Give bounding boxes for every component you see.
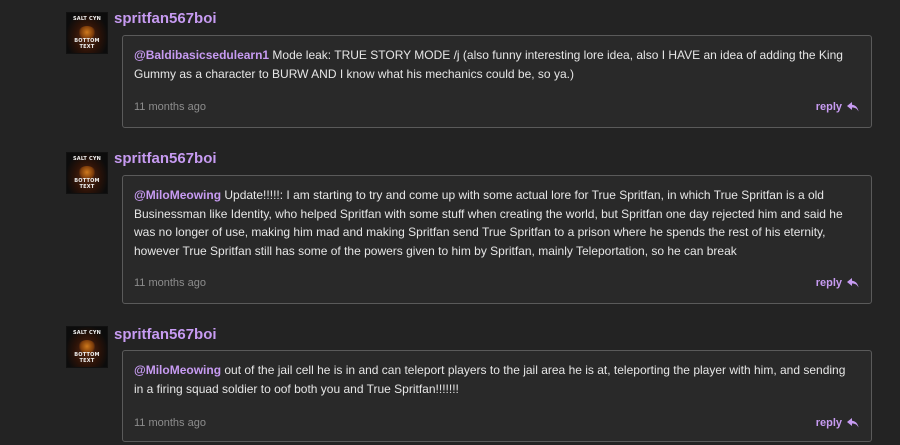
username[interactable]: spritfan567boi — [114, 10, 217, 27]
timestamp: 11 months ago — [134, 417, 206, 429]
username[interactable]: spritfan567boi — [114, 326, 217, 343]
avatar-top-text: SALT CYN — [72, 156, 102, 162]
mention-link[interactable]: @MiloMeowing — [134, 188, 221, 202]
avatar[interactable]: SALT CYN BOTTOM TEXT — [66, 12, 108, 54]
avatar[interactable]: SALT CYN BOTTOM TEXT — [66, 326, 108, 368]
comment-box: @MiloMeowing Update!!!!!: I am starting … — [122, 175, 872, 304]
avatar-bottom-text: BOTTOM TEXT — [74, 38, 100, 50]
timestamp: 11 months ago — [134, 277, 206, 289]
reply-button[interactable]: reply — [816, 101, 859, 113]
reply-label: reply — [815, 277, 842, 289]
avatar-top-text: SALT CYN — [72, 16, 102, 22]
reply-arrow-icon — [847, 278, 859, 288]
comment-text: @Baldibasicsedulearn1 Mode leak: TRUE ST… — [134, 46, 857, 83]
avatar-bottom-text: BOTTOM TEXT — [74, 178, 100, 190]
reply-arrow-icon — [847, 102, 859, 112]
username[interactable]: spritfan567boi — [114, 150, 217, 167]
avatar[interactable]: SALT CYN BOTTOM TEXT — [66, 152, 108, 194]
comment-box: @Baldibasicsedulearn1 Mode leak: TRUE ST… — [122, 35, 872, 128]
reply-label: reply — [815, 101, 842, 113]
reply-button[interactable]: reply — [816, 277, 859, 289]
avatar-bottom-text: BOTTOM TEXT — [74, 352, 100, 364]
reply-button[interactable]: reply — [816, 417, 859, 429]
avatar-top-text: SALT CYN — [72, 330, 102, 336]
comment-body: out of the jail cell he is in and can te… — [134, 363, 846, 396]
comment-text: @MiloMeowing out of the jail cell he is … — [134, 361, 857, 398]
reply-arrow-icon — [847, 418, 859, 428]
comment-text: @MiloMeowing Update!!!!!: I am starting … — [134, 186, 857, 260]
reply-label: reply — [815, 417, 842, 429]
timestamp: 11 months ago — [134, 101, 206, 113]
comment-body: Update!!!!!: I am starting to try and co… — [134, 188, 843, 258]
comment-box: @MiloMeowing out of the jail cell he is … — [122, 350, 872, 442]
mention-link[interactable]: @Baldibasicsedulearn1 — [134, 48, 269, 62]
mention-link[interactable]: @MiloMeowing — [134, 363, 221, 377]
